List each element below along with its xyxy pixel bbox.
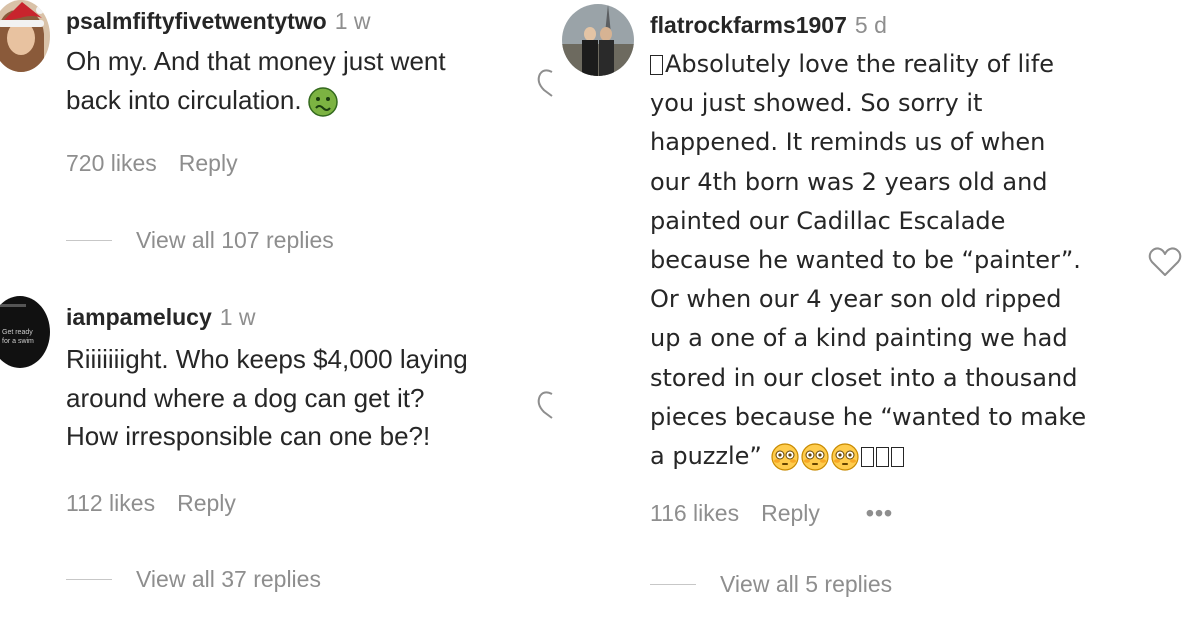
comment-line: painted our Cadillac Escalade [650,206,1006,235]
likes-count[interactable]: 720 likes [66,150,157,177]
likes-count[interactable]: 112 likes [66,490,155,517]
missing-glyph-icon [876,447,890,468]
comment-line: you just showed. So sorry it [650,89,983,118]
divider [650,584,696,585]
comment-line: our 4th born was 2 years old and [650,167,1048,196]
comment-text: Riiiiiiight. Who keeps $4,000 laying aro… [66,340,468,456]
comment-line: Or when our 4 year son old ripped [650,285,1062,314]
comment-line: How irresponsible can one be?! [66,421,431,451]
comment-text: Oh my. And that money just went back int… [66,42,446,119]
flushed-face-emoji-icon [771,443,800,471]
avatar[interactable] [0,0,50,72]
like-heart-icon[interactable] [1148,246,1182,278]
comment-username[interactable]: iampamelucy 1 w [66,304,256,331]
comment-line: around where a dog can get it? [66,382,425,413]
comment-time: 1 w [334,8,371,34]
view-replies-button[interactable]: View all 5 replies [650,571,892,598]
comment-line: happened. It reminds us of when [650,128,1046,157]
comment-meta: 720 likes Reply [66,150,238,177]
divider [66,240,112,241]
view-replies-label: View all 5 replies [720,571,893,597]
flushed-face-emoji-icon [831,443,860,471]
comment-username[interactable]: psalmfiftyfivetwentytwo 1 w [66,8,371,35]
reply-button[interactable]: Reply [177,490,236,517]
svg-text:Get ready: Get ready [2,329,33,336]
view-replies-label: View all 107 replies [136,227,334,253]
flushed-face-emoji-icon [801,443,830,471]
avatar[interactable]: Get ready for a swim [0,296,50,368]
username-text[interactable]: psalmfiftyfivetwentytwo [66,8,327,34]
missing-glyph-icon [891,447,905,468]
comment-line: a puzzle” [650,437,1086,476]
comment-meta: 116 likes Reply ••• [650,500,893,527]
comment-line: because he wanted to be “painter”. [650,246,1081,275]
like-heart-icon[interactable] [534,66,554,98]
username-text[interactable]: iampamelucy [66,304,212,330]
reply-button[interactable]: Reply [179,150,238,177]
comment-text: Absolutely love the reality of life you … [650,45,1086,476]
comment-line-text: Absolutely love the reality of life [665,50,1055,78]
divider [66,579,112,580]
comment-line: stored in our closet into a thousand [650,363,1078,392]
comment-line: pieces because he “wanted to make [650,402,1087,431]
comment-time: 5 d [854,12,887,38]
like-heart-icon[interactable] [534,388,554,420]
more-options-icon[interactable]: ••• [866,500,893,527]
comment-line-text: back into circulation. [66,84,302,115]
view-replies-button[interactable]: View all 37 replies [66,566,321,593]
likes-count[interactable]: 116 likes [650,500,739,527]
comment-line: back into circulation. [66,81,446,120]
missing-glyph-icon [650,55,663,75]
view-replies-button[interactable]: View all 107 replies [66,227,334,254]
comment-meta: 112 likes Reply [66,490,236,517]
comment-line-text: a puzzle” [650,442,762,471]
nauseated-face-emoji-icon [307,86,338,117]
avatar[interactable] [562,4,634,76]
svg-text:for a swim: for a swim [2,338,34,345]
missing-glyph-icon [861,447,875,468]
reply-button[interactable]: Reply [761,500,820,527]
comment-line: Absolutely love the reality of life [650,45,1086,84]
comment-line: up a one of a kind painting we had [650,324,1068,353]
comment-username[interactable]: flatrockfarms1907 5 d [650,12,887,39]
username-text[interactable]: flatrockfarms1907 [650,12,847,38]
view-replies-label: View all 37 replies [136,566,321,592]
comment-line: Riiiiiiight. Who keeps $4,000 laying [66,344,468,374]
comment-line: Oh my. And that money just went [66,46,446,76]
comment-time: 1 w [219,304,256,330]
